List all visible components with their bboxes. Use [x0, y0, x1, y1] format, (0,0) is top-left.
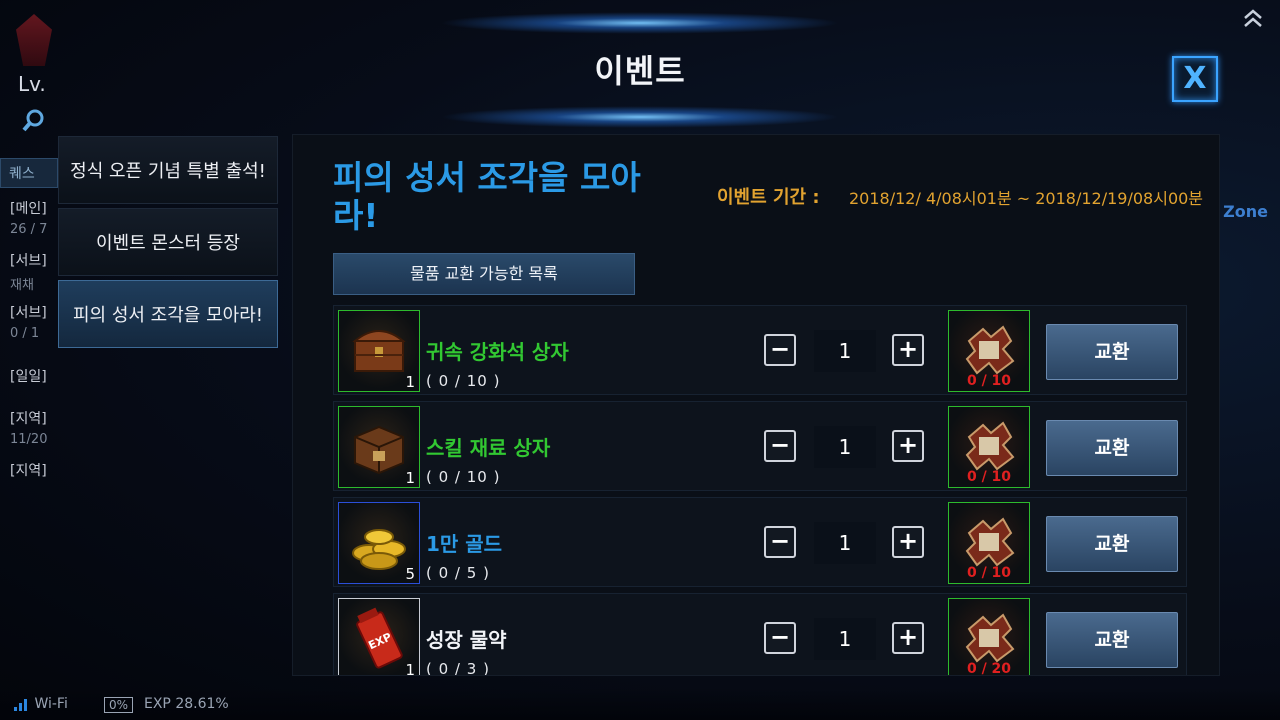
scripture-fragment-icon: 0 / 10 [948, 502, 1030, 584]
quantity-field[interactable]: 1 [814, 426, 876, 468]
item-count: 1 [405, 469, 415, 487]
chest-icon: 1 [338, 310, 420, 392]
event-content-panel: 피의 성서 조각을 모아라! 이벤트 기간 : 2018/12/ 4/08시01… [292, 134, 1220, 676]
exchange-row: 1 귀속 강화석 상자 ( 0 / 10 ) − 1 + 0 / 10 교환 [333, 305, 1187, 395]
item-count: 1 [405, 661, 415, 676]
item-name: 1만 골드 [426, 532, 503, 556]
scripture-fragment-icon: 0 / 20 [948, 598, 1030, 676]
dialog-title: 이벤트 [594, 52, 686, 90]
exchange-button[interactable]: 교환 [1046, 324, 1178, 380]
cost-count: 0 / 20 [966, 661, 1012, 676]
exchange-row: EXP 1 성장 물약 ( 0 / 3 ) − 1 + 0 / 20 교환 [333, 593, 1187, 676]
exchange-row: 5 1만 골드 ( 0 / 5 ) − 1 + 0 / 10 교환 [333, 497, 1187, 587]
item-count: 1 [405, 373, 415, 391]
exchange-button[interactable]: 교환 [1046, 420, 1178, 476]
item-progress: ( 0 / 10 ) [426, 372, 501, 390]
exchange-button[interactable]: 교환 [1046, 516, 1178, 572]
item-name: 스킬 재료 상자 [426, 436, 551, 460]
decrease-button[interactable]: − [764, 526, 796, 558]
close-button[interactable]: X [1172, 56, 1218, 102]
tab-label: 피의 성서 조각을 모아라! [73, 305, 263, 326]
item-count: 5 [405, 565, 415, 583]
event-title: 피의 성서 조각을 모아라! [333, 158, 641, 235]
item-progress: ( 0 / 3 ) [426, 660, 490, 676]
tab-event-monster[interactable]: 이벤트 몬스터 등장 [58, 208, 278, 276]
exp-potion-icon: EXP 1 [338, 598, 420, 676]
cost-count: 0 / 10 [966, 565, 1012, 581]
scripture-fragment-icon: 0 / 10 [948, 406, 1030, 488]
item-progress: ( 0 / 10 ) [426, 468, 501, 486]
title-glow-bottom [440, 106, 840, 128]
tab-label: 이벤트 몬스터 등장 [96, 233, 240, 254]
item-progress: ( 0 / 5 ) [426, 564, 490, 582]
increase-button[interactable]: + [892, 430, 924, 462]
scripture-fragment-icon: 0 / 10 [948, 310, 1030, 392]
increase-button[interactable]: + [892, 622, 924, 654]
item-name: 성장 물약 [426, 628, 507, 652]
box-icon: 1 [338, 406, 420, 488]
increase-button[interactable]: + [892, 334, 924, 366]
event-period-label: 이벤트 기간 : [717, 187, 820, 208]
quantity-field[interactable]: 1 [814, 618, 876, 660]
quantity-field[interactable]: 1 [814, 330, 876, 372]
event-dialog: 이벤트 X 정식 오픈 기념 특별 출석! 이벤트 몬스터 등장 피의 성서 조… [0, 0, 1280, 720]
dialog-title-bar: 이벤트 [440, 12, 840, 128]
title-glow-top [440, 12, 840, 34]
cost-count: 0 / 10 [966, 373, 1012, 389]
gold-coins-icon: 5 [338, 502, 420, 584]
decrease-button[interactable]: − [764, 430, 796, 462]
decrease-button[interactable]: − [764, 622, 796, 654]
increase-button[interactable]: + [892, 526, 924, 558]
exchange-list-header: 물품 교환 가능한 목록 [333, 253, 635, 295]
decrease-button[interactable]: − [764, 334, 796, 366]
tab-blood-scripture[interactable]: 피의 성서 조각을 모아라! [58, 280, 278, 348]
exchange-button[interactable]: 교환 [1046, 612, 1178, 668]
tab-label: 정식 오픈 기념 특별 출석! [70, 161, 266, 182]
quantity-field[interactable]: 1 [814, 522, 876, 564]
cost-count: 0 / 10 [966, 469, 1012, 485]
item-name: 귀속 강화석 상자 [426, 340, 569, 364]
event-period-value: 2018/12/ 4/08시01분 ~ 2018/12/19/08시00분 [849, 189, 1204, 208]
tab-attendance[interactable]: 정식 오픈 기념 특별 출석! [58, 136, 278, 204]
exchange-row: 1 스킬 재료 상자 ( 0 / 10 ) − 1 + 0 / 10 교환 [333, 401, 1187, 491]
